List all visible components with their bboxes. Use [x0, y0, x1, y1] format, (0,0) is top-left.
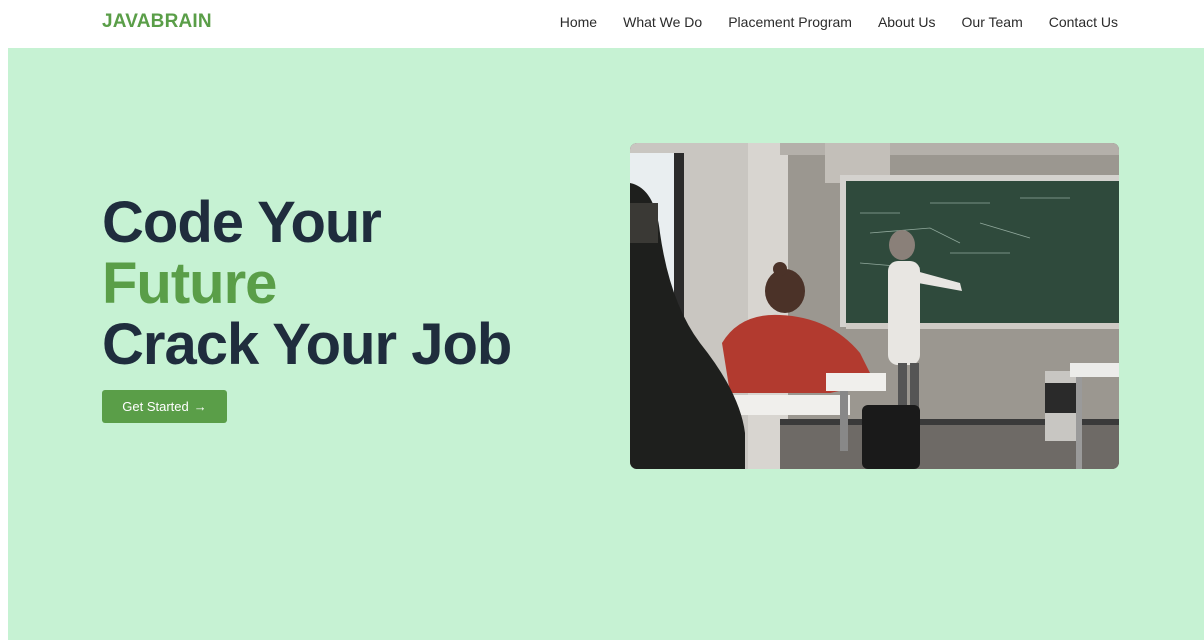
nav-link-about-us[interactable]: About Us — [878, 14, 936, 30]
nav-link-our-team[interactable]: Our Team — [962, 14, 1023, 30]
nav-link-home[interactable]: Home — [560, 14, 597, 30]
top-navbar: JAVABRAIN Home What We Do Placement Prog… — [0, 0, 1204, 48]
arrow-right-icon: → — [193, 399, 207, 414]
classroom-illustration — [630, 143, 1119, 469]
get-started-button[interactable]: Get Started → — [102, 390, 227, 423]
headline-line-1: Code Your — [102, 190, 382, 255]
headline-line-3: Crack Your Job — [102, 312, 512, 377]
nav-link-what-we-do[interactable]: What We Do — [623, 14, 702, 30]
headline-line-2: Future — [102, 251, 277, 316]
hero-headline: Code Your Future Crack Your Job — [102, 190, 512, 377]
classroom-photo — [630, 143, 1119, 469]
get-started-label: Get Started — [122, 399, 189, 414]
hero-section: Code Your Future Crack Your Job Get Star… — [8, 48, 1204, 640]
nav-link-placement-program[interactable]: Placement Program — [728, 14, 852, 30]
nav-menu: Home What We Do Placement Program About … — [560, 14, 1118, 30]
brand-logo[interactable]: JAVABRAIN — [102, 11, 212, 33]
nav-link-contact-us[interactable]: Contact Us — [1049, 14, 1118, 30]
